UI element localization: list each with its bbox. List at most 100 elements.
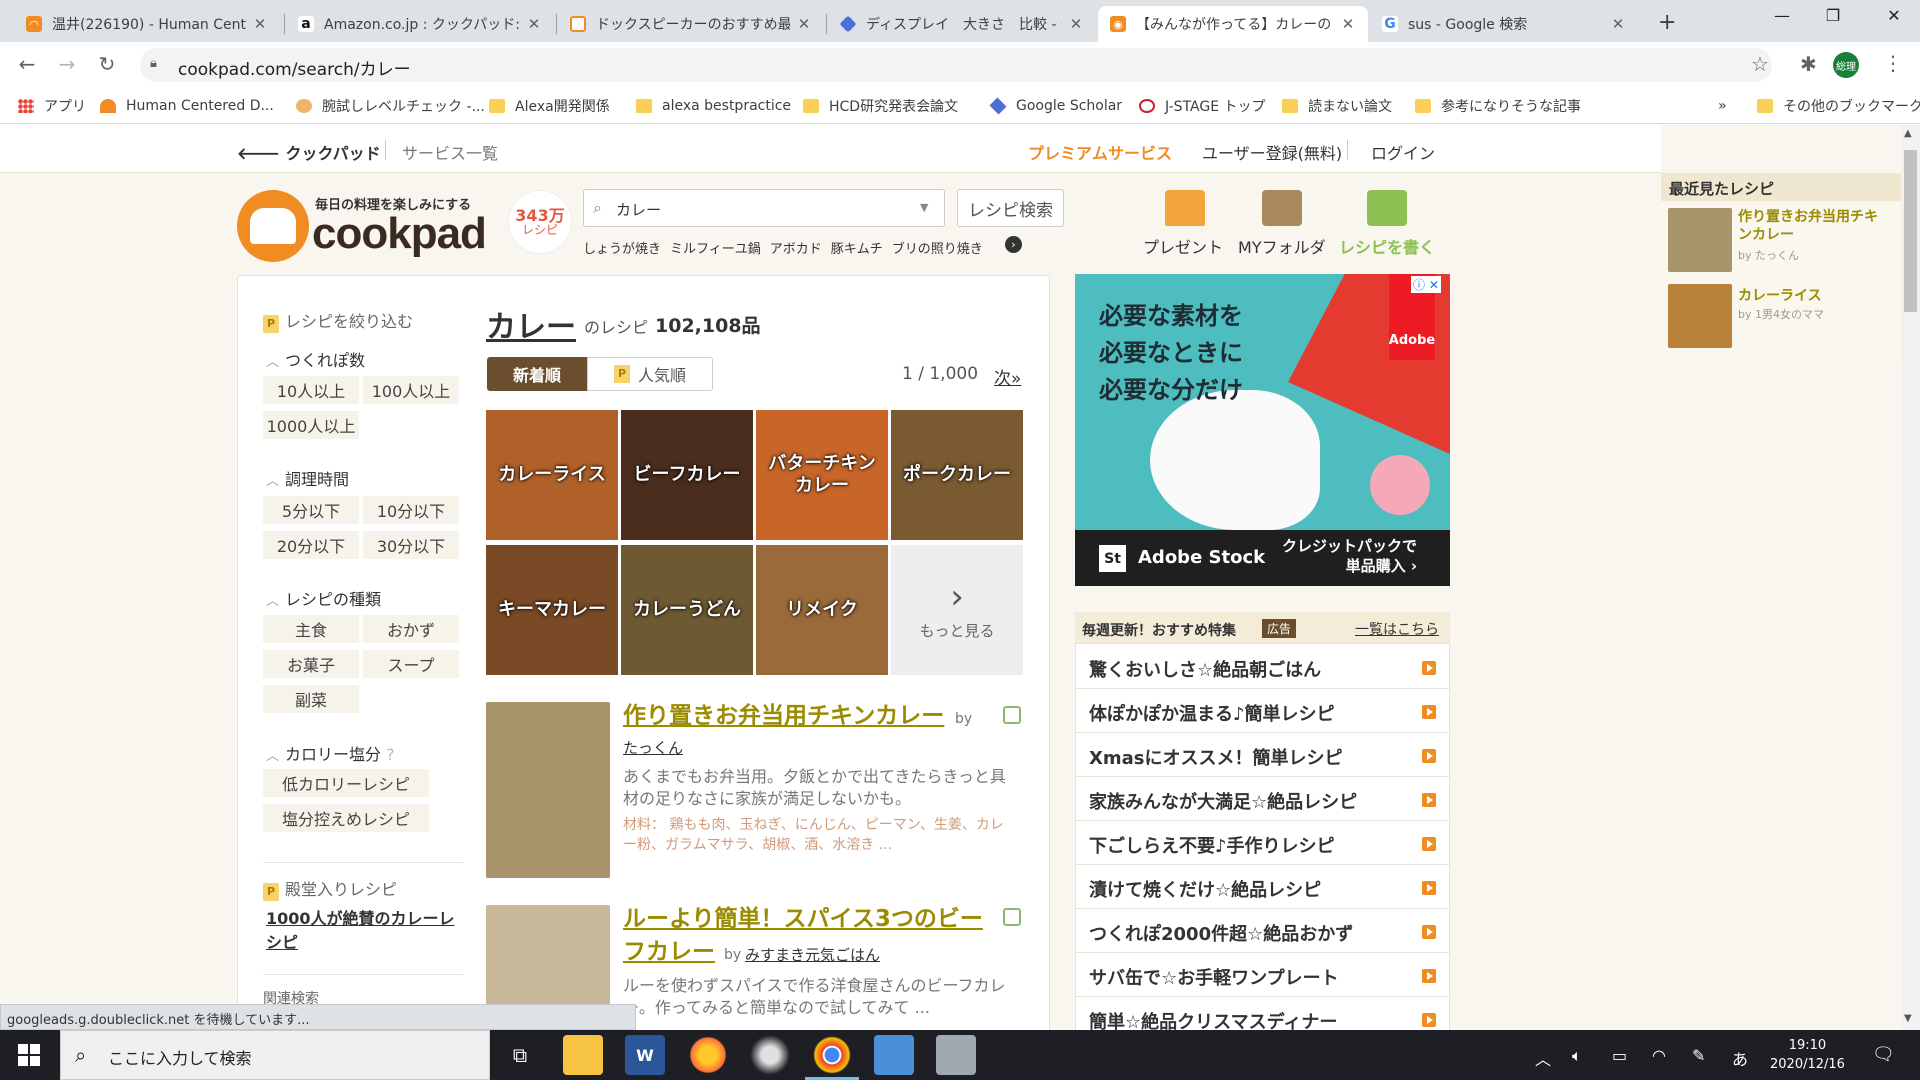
bookmark-hcd[interactable]: Human Centered D... <box>100 97 274 115</box>
url-text[interactable]: cookpad.com/search/カレー <box>178 55 411 80</box>
tab-amazon[interactable]: a Amazon.co.jp : クックパッド: A ✕ <box>286 6 554 42</box>
category-tile[interactable]: カレーうどん <box>621 545 753 675</box>
service-list-link[interactable]: サービス一覧 <box>402 140 498 164</box>
recipe-search-button[interactable]: レシピ検索 <box>957 189 1064 227</box>
suggestion-link[interactable]: しょうが焼き <box>583 238 661 257</box>
bookmark-hcd-papers[interactable]: HCD研究発表会論文 <box>803 97 958 115</box>
search-value[interactable]: カレー <box>616 199 661 220</box>
forward-icon[interactable]: → <box>54 52 80 76</box>
ad-choices-icon[interactable]: ⓘ ✕ <box>1411 276 1441 293</box>
logo-wordmark[interactable]: cookpad <box>312 209 487 259</box>
featured-item-title[interactable]: 驚くおいしさ☆絶品朝ごはん <box>1089 656 1321 682</box>
new-tab-button[interactable]: + <box>1658 10 1676 35</box>
battery-icon[interactable]: ▭ <box>1612 1046 1627 1065</box>
taskbar-search-placeholder[interactable]: ここに入力して検索 <box>108 1045 252 1069</box>
bookmarks-overflow-button[interactable]: » <box>1718 97 1727 115</box>
chrome-icon[interactable] <box>812 1035 852 1075</box>
save-recipe-icon[interactable] <box>1003 706 1021 724</box>
category-tile[interactable]: ポークカレー <box>891 410 1023 540</box>
filter-chip[interactable]: 主食 <box>263 615 359 643</box>
close-icon[interactable]: ✕ <box>1340 15 1356 33</box>
featured-all-link[interactable]: 一覧はこちら <box>1355 619 1439 639</box>
paint-icon[interactable] <box>750 1035 790 1075</box>
bookmark-star-icon[interactable]: ☆ <box>1751 52 1769 76</box>
control-panel-icon[interactable] <box>874 1035 914 1075</box>
ime-indicator[interactable]: あ <box>1732 1046 1748 1070</box>
windows-start-icon[interactable] <box>18 1044 40 1066</box>
cookpad-home-link[interactable]: 🡐 クックパッド <box>237 140 381 164</box>
extensions-icon[interactable]: ✱ <box>1800 52 1817 76</box>
recipe-title[interactable]: 作り置きお弁当用チキンカレー <box>623 700 944 732</box>
featured-item-title[interactable]: 下ごしらえ不要♪手作りレシピ <box>1089 832 1335 858</box>
filter-chip[interactable]: 低カロリーレシピ <box>263 769 429 797</box>
profile-avatar[interactable]: 総理 <box>1833 52 1859 78</box>
login-link[interactable]: ログイン <box>1371 140 1435 164</box>
bookmark-alexa-dev[interactable]: Alexa開発関係 <box>489 97 610 115</box>
suggestion-link[interactable]: ミルフィーユ鍋 <box>670 238 761 257</box>
help-icon[interactable]: ? <box>386 745 395 764</box>
other-bookmarks[interactable]: その他のブックマーク <box>1757 97 1920 115</box>
filter-chip[interactable]: 副菜 <box>263 685 359 713</box>
tray-chevron-icon[interactable]: ︿ <box>1535 1046 1551 1070</box>
wifi-icon[interactable]: ◠ <box>1652 1046 1666 1065</box>
filter-chip[interactable]: 10分以下 <box>363 496 459 524</box>
close-icon[interactable]: ✕ <box>1068 15 1084 33</box>
close-icon[interactable]: ✕ <box>526 15 542 33</box>
back-icon[interactable]: ← <box>14 52 40 76</box>
tab-google-search[interactable]: G sus - Google 検索 ✕ <box>1370 6 1638 42</box>
category-tile[interactable]: バターチキンカレー <box>756 410 888 540</box>
ad-cta-button[interactable]: クレジットパックで 単品購入 › <box>1282 536 1417 576</box>
task-view-icon[interactable]: ⧉ <box>500 1035 540 1075</box>
close-icon[interactable]: ✕ <box>796 15 812 33</box>
volume-icon[interactable]: 🔈︎ <box>1572 1046 1582 1066</box>
clock[interactable]: 19:10 2020/12/16 <box>1770 1036 1845 1074</box>
category-tile[interactable]: カレーライス <box>486 410 618 540</box>
chevron-right-icon[interactable]: › <box>1005 236 1022 253</box>
present-link[interactable]: プレゼント <box>1143 234 1223 258</box>
category-tile[interactable]: ビーフカレー <box>621 410 753 540</box>
filter-chip[interactable]: 1000人以上 <box>263 411 359 439</box>
bookmark-google-scholar[interactable]: Google Scholar <box>989 97 1122 115</box>
chrome-menu-icon[interactable]: ⋮ <box>1883 51 1903 75</box>
recent-thumbnail[interactable] <box>1668 208 1732 272</box>
lock-icon[interactable]: 🔒︎ <box>150 56 157 71</box>
premium-service-link[interactable]: プレミアムサービス <box>1028 140 1172 164</box>
reload-icon[interactable]: ↻ <box>94 52 120 76</box>
tab-display-compare[interactable]: ディスプレイ 大きさ 比較 - Go ✕ <box>828 6 1096 42</box>
gift-icon[interactable] <box>1165 190 1205 226</box>
network-icon[interactable] <box>936 1035 976 1075</box>
suggestion-link[interactable]: アボカド <box>770 238 822 257</box>
my-folder-link[interactable]: MYフォルダ <box>1238 234 1326 258</box>
folder-icon[interactable] <box>1262 190 1302 226</box>
filter-chip[interactable]: 20分以下 <box>263 531 359 559</box>
filter-section-time[interactable]: ︿ 調理時間 <box>266 466 349 490</box>
close-icon[interactable]: ✕ <box>1610 15 1626 33</box>
tab-cookpad-curry[interactable]: ◉ 【みんなが作ってる】カレーのレシピ ✕ <box>1098 6 1368 42</box>
write-recipe-icon[interactable] <box>1367 190 1407 226</box>
bookmark-unread-papers[interactable]: 読まない論文 <box>1282 97 1392 115</box>
filter-chip[interactable]: 塩分控えめレシピ <box>263 804 429 832</box>
sort-newest-tab[interactable]: 新着順 <box>487 357 587 391</box>
featured-item-title[interactable]: 家族みんなが大満足☆絶品レシピ <box>1089 788 1357 814</box>
notifications-icon[interactable]: 🗨︎ <box>1872 1044 1895 1065</box>
filter-chip[interactable]: 100人以上 <box>363 376 459 404</box>
tab-human-centered[interactable]: ◠ 温井(226190) - Human Cente ✕ <box>14 6 280 42</box>
filter-section-calorie[interactable]: ︿ カロリー塩分 ? <box>266 741 395 765</box>
window-close-icon[interactable]: ✕ <box>1879 6 1909 25</box>
filter-chip[interactable]: お菓子 <box>263 650 359 678</box>
word-icon[interactable]: W <box>625 1035 665 1075</box>
bookmark-apps[interactable]: アプリ <box>18 97 86 115</box>
filter-chip[interactable]: おかず <box>363 615 459 643</box>
featured-item-title[interactable]: つくれぽ2000件超☆絶品おかず <box>1089 920 1353 946</box>
filter-chip[interactable]: 5分以下 <box>263 496 359 524</box>
minimize-icon[interactable]: — <box>1767 6 1797 25</box>
next-page-link[interactable]: 次» <box>994 364 1021 389</box>
recipe-thumbnail[interactable] <box>486 702 610 878</box>
bookmark-level-check[interactable]: 腕試しレベルチェック -... <box>296 97 485 115</box>
bookmark-useful-articles[interactable]: 参考になりそうな記事 <box>1415 97 1581 115</box>
firefox-icon[interactable] <box>688 1035 728 1075</box>
recipe-author[interactable]: みすまき元気ごはん <box>745 944 880 965</box>
featured-item-title[interactable]: 体ぽかぽか温まる♪簡単レシピ <box>1089 700 1335 726</box>
bookmark-alexa-best[interactable]: alexa bestpractice <box>636 97 791 115</box>
tab-dock-speaker[interactable]: ドックスピーカーのおすすめ最強ラ ✕ <box>558 6 824 42</box>
